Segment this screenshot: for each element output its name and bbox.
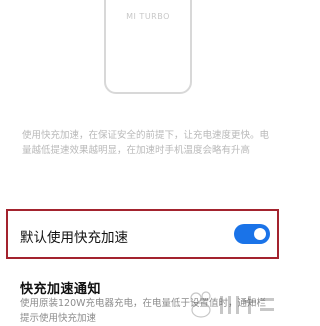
default-fast-charge-row[interactable]: 默认使用快充加速 [20,223,278,246]
toggle-knob [254,228,266,240]
phone-illustration: MI TURBO [104,0,192,94]
mi-turbo-label: MI TURBO [126,12,170,21]
phone-screen: MI TURBO [110,0,186,88]
fast-charge-toggle-switch[interactable] [234,224,270,244]
settings-page: MI TURBO 使用快充加速，在保证安全的前提下，让充电速度更快。电量越低提速… [0,0,292,326]
feature-description: 使用快充加速，在保证安全的前提下，让充电速度更快。电量越低提速效果越明显，在加速… [22,130,270,156]
charge-notice-title[interactable]: 快充加速通知 [20,278,101,297]
watermark-logo-icon [190,291,274,318]
default-fast-charge-label: 默认使用快充加速 [20,230,128,246]
